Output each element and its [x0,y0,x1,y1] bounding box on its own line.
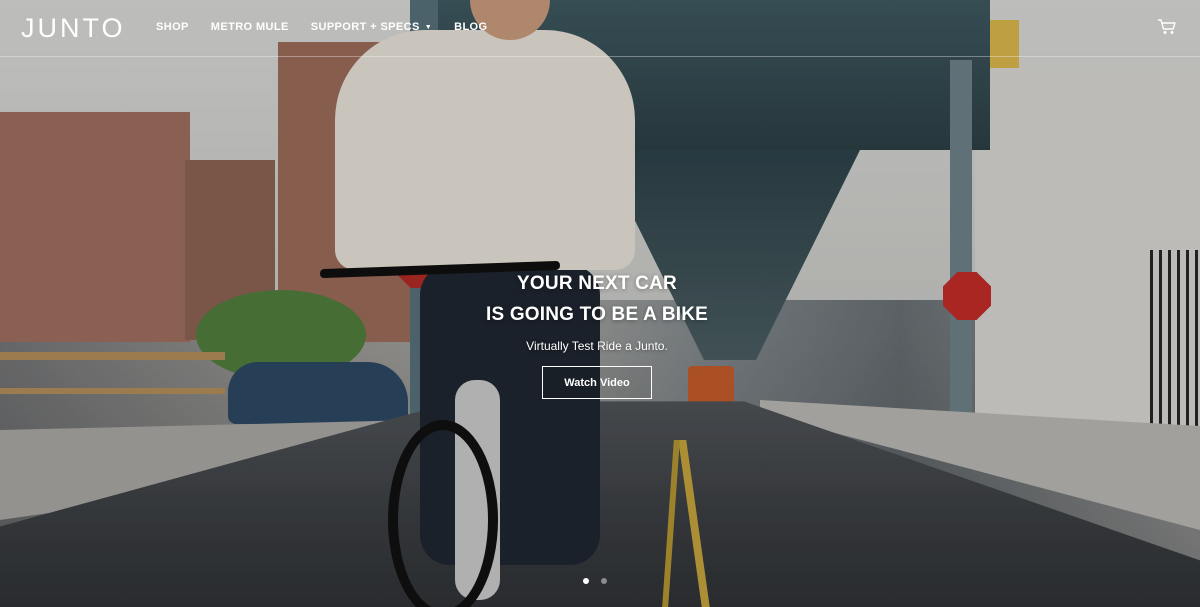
headline-line: YOUR NEXT CAR [517,273,677,294]
nav-item-label: BLOG [454,21,488,33]
slider-pagination [583,578,607,584]
top-navigation: JUNTO SHOP METRO MULE SUPPORT + SPECS ▼ B… [0,0,1200,57]
slide-dot[interactable] [583,578,589,584]
watch-video-button[interactable]: Watch Video [542,366,652,399]
nav-item-label: METRO MULE [210,21,289,33]
slide-dot[interactable] [601,578,607,584]
hero-content: YOUR NEXT CAR IS GOING TO BE A BIKE Virt… [447,268,747,399]
nav-item-shop[interactable]: SHOP [156,21,189,33]
nav-item-label: SUPPORT + SPECS [310,21,420,33]
main-menu: SHOP METRO MULE SUPPORT + SPECS ▼ BLOG [156,21,509,33]
chevron-down-icon: ▼ [424,23,433,31]
nav-item-support-specs[interactable]: SUPPORT + SPECS ▼ [311,21,432,33]
hero-subheadline: Virtually Test Ride a Junto. [526,339,668,353]
nav-item-blog[interactable]: BLOG [454,21,487,33]
nav-item-label: SHOP [156,21,189,33]
nav-item-metro-mule[interactable]: METRO MULE [211,21,289,33]
headline-line: IS GOING TO BE A BIKE [485,304,709,325]
hero-headline: YOUR NEXT CAR IS GOING TO BE A BIKE [447,268,747,330]
junto-logo[interactable]: JUNTO [21,13,126,44]
hero-banner: JUNTO SHOP METRO MULE SUPPORT + SPECS ▼ B… [0,0,1200,607]
cart-icon[interactable] [1157,18,1177,36]
